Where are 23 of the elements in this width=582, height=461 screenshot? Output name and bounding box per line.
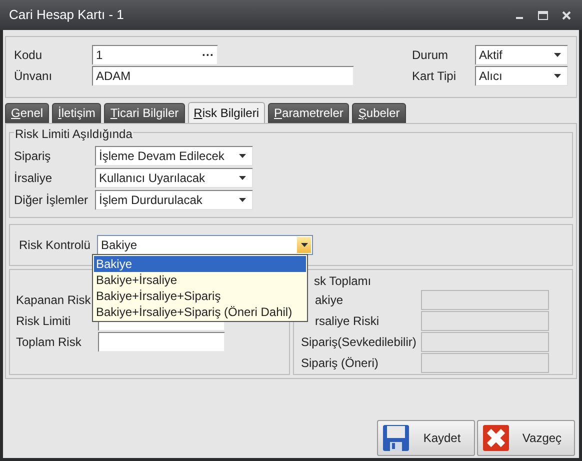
field-label: rsaliye Riski — [314, 313, 380, 330]
window-title: Cari Hesap Kartı - 1 — [9, 6, 124, 24]
group-title: sk Toplamı — [314, 273, 372, 290]
field-label: Risk Kontrolü — [19, 237, 92, 254]
dropdown-value: Aktif — [479, 47, 502, 64]
field-label: Kapanan Risk — [16, 292, 92, 309]
field-label: Risk Limiti — [16, 313, 72, 330]
dropdown-value: Kullanıcı Uyarılacak — [99, 170, 206, 187]
field-label: Durum — [412, 47, 450, 64]
field-label: Sipariş (Öneri) — [301, 355, 380, 372]
field-label: Kart Tipi — [412, 68, 458, 85]
field-label: Sipariş — [14, 148, 52, 165]
dropdown-value: Alıcı — [479, 68, 502, 85]
field-label: Kodu — [14, 47, 44, 64]
dropdown-value: İşlem Durdurulacak — [99, 192, 202, 209]
field-label: Toplam Risk — [16, 334, 82, 351]
field-label: Sipariş(Sevkedilebilir) — [301, 334, 418, 351]
field-label: İrsaliye — [14, 170, 54, 187]
field-label: Diğer İşlemler — [14, 192, 90, 209]
dropdown-value: İşleme Devam Edilecek — [99, 148, 224, 165]
field-label: akiye — [314, 292, 344, 309]
field-label: Ünvanı — [14, 68, 54, 85]
dropdown-value: Bakiye — [101, 237, 138, 254]
